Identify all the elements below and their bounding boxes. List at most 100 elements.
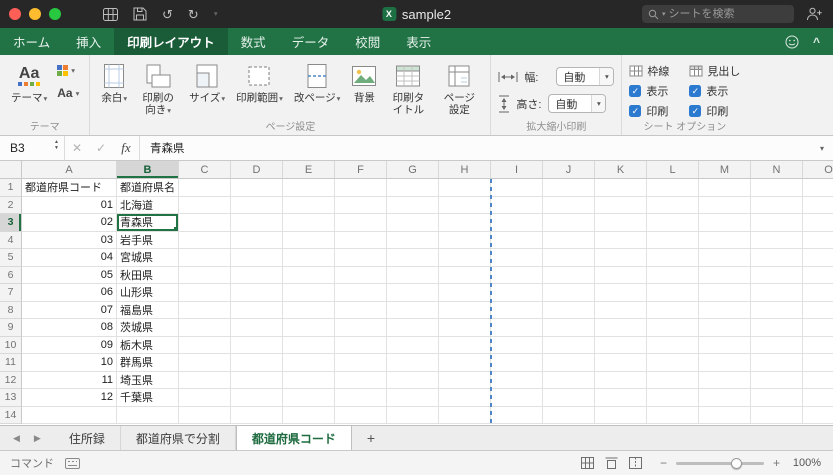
ribbon-tab-5[interactable]: 校閲 xyxy=(342,28,393,55)
column-header-C[interactable]: C xyxy=(179,161,231,179)
keyboard-icon[interactable] xyxy=(65,457,80,469)
cell-C2[interactable] xyxy=(179,196,231,214)
cell-F7[interactable] xyxy=(335,284,387,302)
cell-J14[interactable] xyxy=(543,406,595,424)
zoom-level-text[interactable]: 100% xyxy=(789,457,821,469)
cell-D2[interactable] xyxy=(231,196,283,214)
cell-O8[interactable] xyxy=(803,301,833,319)
zoom-window-button[interactable] xyxy=(49,8,61,20)
cell-G3[interactable] xyxy=(387,214,439,232)
cell-N8[interactable] xyxy=(751,301,803,319)
cell-I3[interactable] xyxy=(491,214,543,232)
cell-K14[interactable] xyxy=(595,406,647,424)
cell-F12[interactable] xyxy=(335,371,387,389)
column-header-K[interactable]: K xyxy=(595,161,647,179)
cell-H3[interactable] xyxy=(439,214,491,232)
column-header-N[interactable]: N xyxy=(751,161,803,179)
cell-N11[interactable] xyxy=(751,354,803,372)
print-area-button[interactable]: 印刷範囲▾ xyxy=(232,60,287,106)
cell-C6[interactable] xyxy=(179,266,231,284)
cell-B4[interactable]: 岩手県 xyxy=(117,231,179,249)
page-setup-dialog-button[interactable]: ページ設定 xyxy=(435,60,483,117)
cell-D14[interactable] xyxy=(231,406,283,424)
cell-K7[interactable] xyxy=(595,284,647,302)
column-header-A[interactable]: A xyxy=(22,161,117,179)
column-header-I[interactable]: I xyxy=(491,161,543,179)
cell-B13[interactable]: 千葉県 xyxy=(117,389,179,407)
cell-C12[interactable] xyxy=(179,371,231,389)
cell-F5[interactable] xyxy=(335,249,387,267)
cell-M9[interactable] xyxy=(699,319,751,337)
cell-D13[interactable] xyxy=(231,389,283,407)
row-header-7[interactable]: 7 xyxy=(0,284,22,302)
share-people-icon[interactable] xyxy=(806,7,823,21)
formula-input[interactable]: 青森県 xyxy=(140,140,820,156)
sheet-tab-0[interactable]: 住所録 xyxy=(54,426,121,450)
themes-button[interactable]: Aa テーマ▾ xyxy=(7,60,51,106)
cell-B3[interactable]: 青森県 xyxy=(117,214,179,232)
cell-J10[interactable] xyxy=(543,336,595,354)
cell-L1[interactable] xyxy=(647,179,699,197)
cell-I13[interactable] xyxy=(491,389,543,407)
cell-H11[interactable] xyxy=(439,354,491,372)
cell-N14[interactable] xyxy=(751,406,803,424)
orientation-button[interactable]: 印刷の向き▾ xyxy=(134,60,182,117)
search-input[interactable] xyxy=(668,8,781,20)
cell-D10[interactable] xyxy=(231,336,283,354)
cell-K10[interactable] xyxy=(595,336,647,354)
cell-I10[interactable] xyxy=(491,336,543,354)
cell-L6[interactable] xyxy=(647,266,699,284)
cell-N3[interactable] xyxy=(751,214,803,232)
cell-B8[interactable]: 福島県 xyxy=(117,301,179,319)
row-header-11[interactable]: 11 xyxy=(0,354,22,372)
cell-N9[interactable] xyxy=(751,319,803,337)
background-button[interactable]: 背景 xyxy=(347,60,381,106)
cell-J7[interactable] xyxy=(543,284,595,302)
cell-F3[interactable] xyxy=(335,214,387,232)
cell-G11[interactable] xyxy=(387,354,439,372)
cell-L12[interactable] xyxy=(647,371,699,389)
cell-M1[interactable] xyxy=(699,179,751,197)
cell-E7[interactable] xyxy=(283,284,335,302)
cell-N2[interactable] xyxy=(751,196,803,214)
cell-L3[interactable] xyxy=(647,214,699,232)
cell-D4[interactable] xyxy=(231,231,283,249)
zoom-in-button[interactable]: + xyxy=(773,457,780,469)
cell-I11[interactable] xyxy=(491,354,543,372)
cell-C13[interactable] xyxy=(179,389,231,407)
cell-M6[interactable] xyxy=(699,266,751,284)
cell-K8[interactable] xyxy=(595,301,647,319)
cell-K12[interactable] xyxy=(595,371,647,389)
ribbon-tab-3[interactable]: 数式 xyxy=(228,28,279,55)
row-header-6[interactable]: 6 xyxy=(0,266,22,284)
cell-J5[interactable] xyxy=(543,249,595,267)
cell-C1[interactable] xyxy=(179,179,231,197)
cell-G7[interactable] xyxy=(387,284,439,302)
cell-I14[interactable] xyxy=(491,406,543,424)
cell-F4[interactable] xyxy=(335,231,387,249)
save-icon[interactable] xyxy=(133,7,147,21)
normal-view-icon[interactable] xyxy=(580,457,594,469)
cell-K4[interactable] xyxy=(595,231,647,249)
cell-B2[interactable]: 北海道 xyxy=(117,196,179,214)
zoom-out-button[interactable]: − xyxy=(660,457,667,469)
cell-O2[interactable] xyxy=(803,196,833,214)
cell-J12[interactable] xyxy=(543,371,595,389)
row-header-13[interactable]: 13 xyxy=(0,389,22,407)
cell-M4[interactable] xyxy=(699,231,751,249)
ribbon-tab-0[interactable]: ホーム xyxy=(0,28,63,55)
sheet-tab-1[interactable]: 都道府県で分割 xyxy=(121,426,236,450)
column-header-E[interactable]: E xyxy=(283,161,335,179)
cell-L4[interactable] xyxy=(647,231,699,249)
cell-L2[interactable] xyxy=(647,196,699,214)
cell-H8[interactable] xyxy=(439,301,491,319)
cell-G13[interactable] xyxy=(387,389,439,407)
cell-I9[interactable] xyxy=(491,319,543,337)
cell-B10[interactable]: 栃木県 xyxy=(117,336,179,354)
insert-function-icon[interactable]: fx xyxy=(113,140,139,156)
redo-icon[interactable]: ↻ xyxy=(188,8,199,21)
cell-N7[interactable] xyxy=(751,284,803,302)
cell-K5[interactable] xyxy=(595,249,647,267)
ribbon-tab-1[interactable]: 挿入 xyxy=(63,28,114,55)
cell-F8[interactable] xyxy=(335,301,387,319)
